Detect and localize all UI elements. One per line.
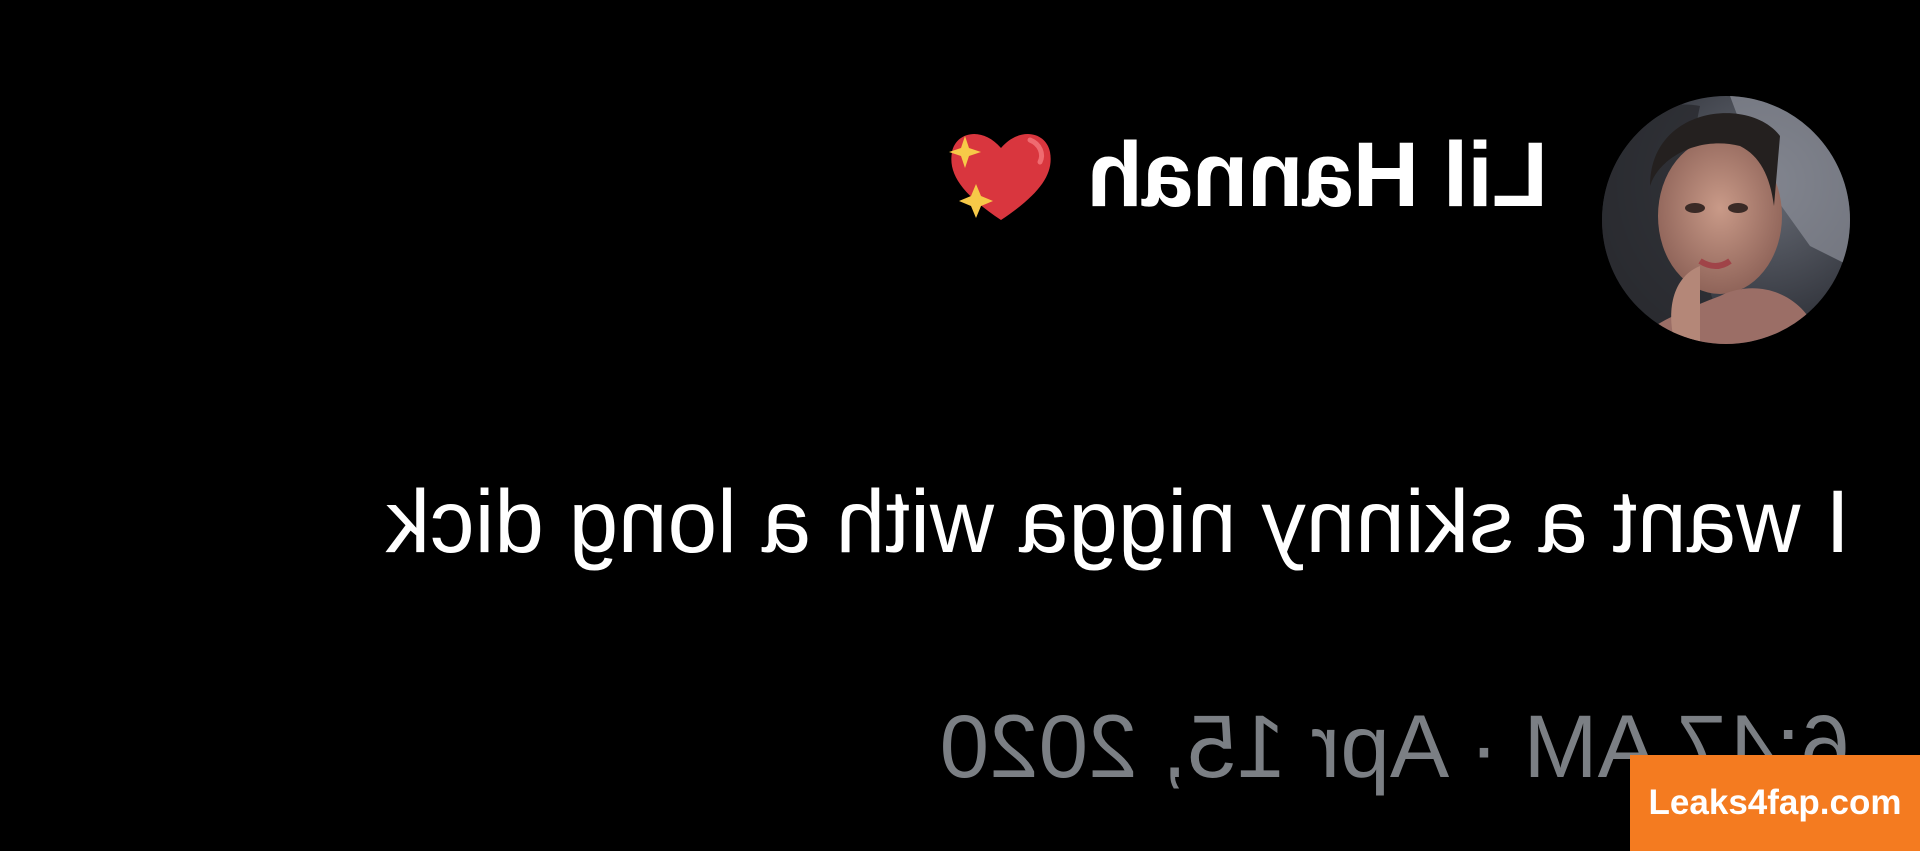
mirrored-tweet-card: Lil Hannah I want a skinny nigga with a …	[0, 0, 1920, 851]
watermark-badge: Leaks4fap.com	[1630, 755, 1920, 851]
tweet-header: Lil Hannah	[50, 95, 1850, 345]
sparkling-heart-icon	[942, 116, 1060, 234]
display-name[interactable]: Lil Hannah	[1088, 123, 1548, 228]
tweet-screenshot: Lil Hannah I want a skinny nigga with a …	[0, 0, 1920, 851]
tweet: Lil Hannah I want a skinny nigga with a …	[50, 95, 1850, 796]
avatar[interactable]	[1602, 96, 1850, 344]
display-name-row: Lil Hannah	[942, 116, 1548, 234]
tweet-text: I want a skinny nigga with a long dick	[385, 471, 1850, 571]
watermark-text: Leaks4fap.com	[1648, 783, 1902, 822]
avatar-photo	[1602, 96, 1850, 344]
